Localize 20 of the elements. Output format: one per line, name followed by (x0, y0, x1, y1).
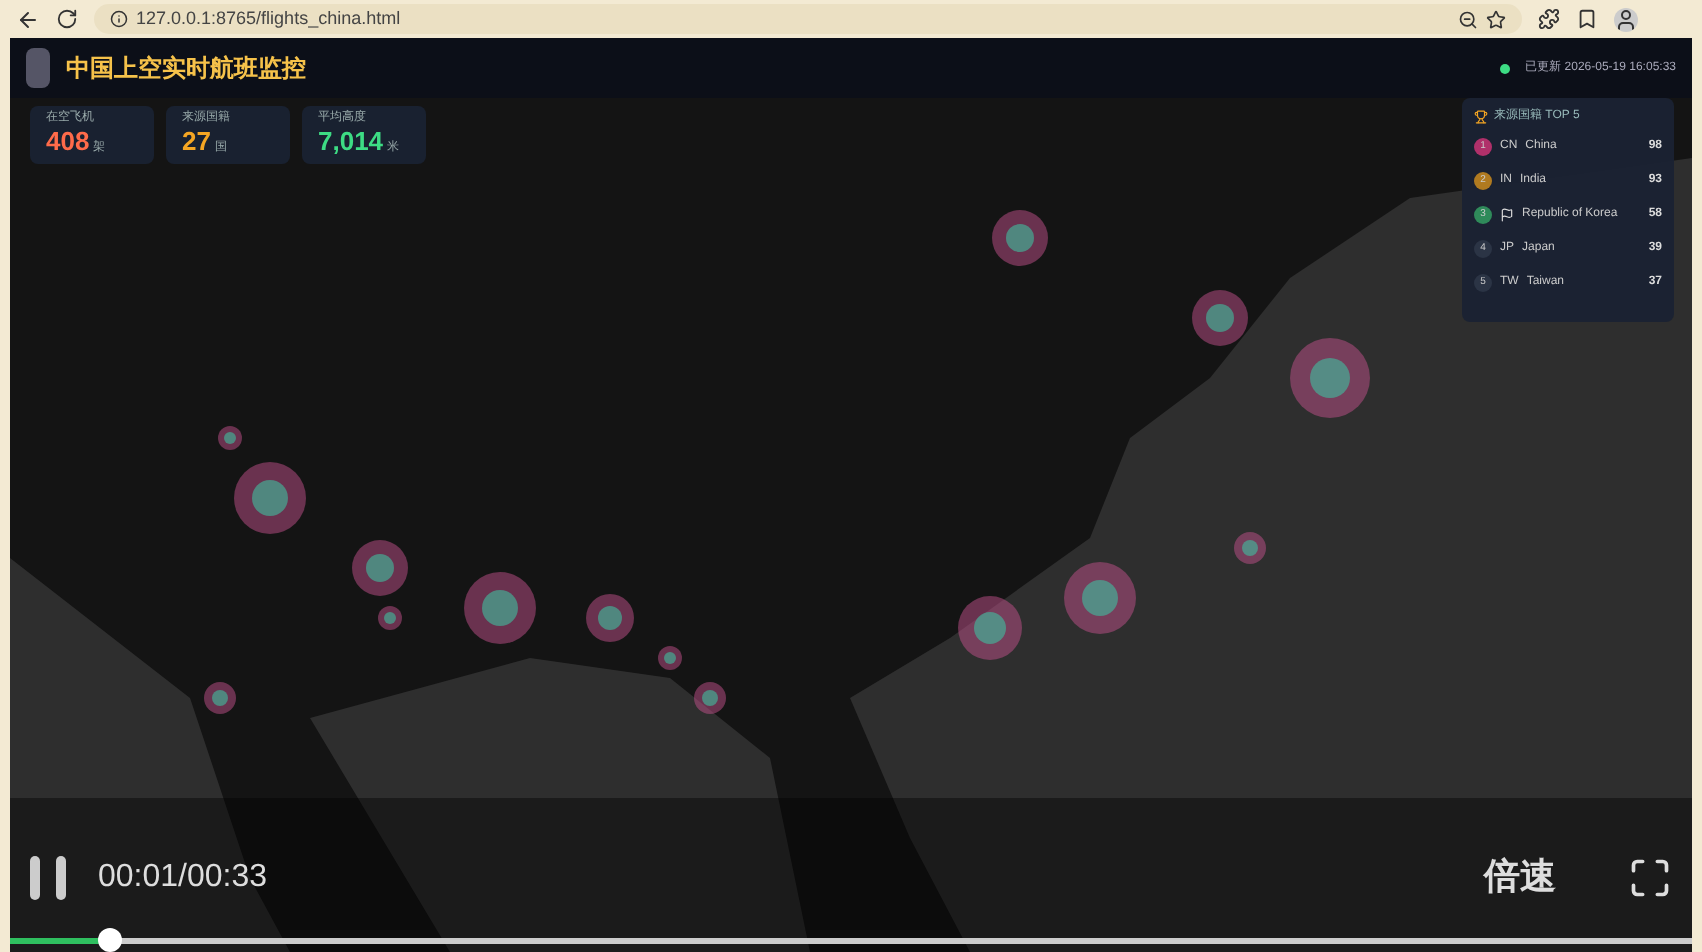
progress-track[interactable] (10, 928, 1692, 952)
star-icon[interactable] (1486, 9, 1506, 29)
flag-icon (1500, 208, 1514, 222)
info-icon (110, 10, 128, 28)
zoom-icon[interactable] (1458, 9, 1478, 29)
back-icon[interactable] (16, 7, 40, 31)
speed-button[interactable]: 倍速 (1484, 850, 1556, 904)
favorites-icon[interactable] (1576, 8, 1598, 30)
stat-value: 7,014 (318, 128, 384, 154)
reload-icon[interactable] (56, 8, 78, 30)
extensions-icon[interactable] (1538, 8, 1560, 30)
fullscreen-icon[interactable] (1628, 855, 1672, 899)
time-display: 00:01/00:33 (98, 857, 268, 897)
trophy-icon (1474, 110, 1488, 124)
address-bar[interactable]: 127.0.0.1:8765/flights_china.html (94, 4, 1522, 34)
stat-value: 408 (46, 128, 90, 154)
page-title: 中国上空实时航班监控 (66, 52, 306, 86)
stat-value: 27 (182, 128, 211, 154)
pause-icon[interactable] (30, 855, 66, 899)
profile-icon[interactable] (1614, 7, 1638, 31)
